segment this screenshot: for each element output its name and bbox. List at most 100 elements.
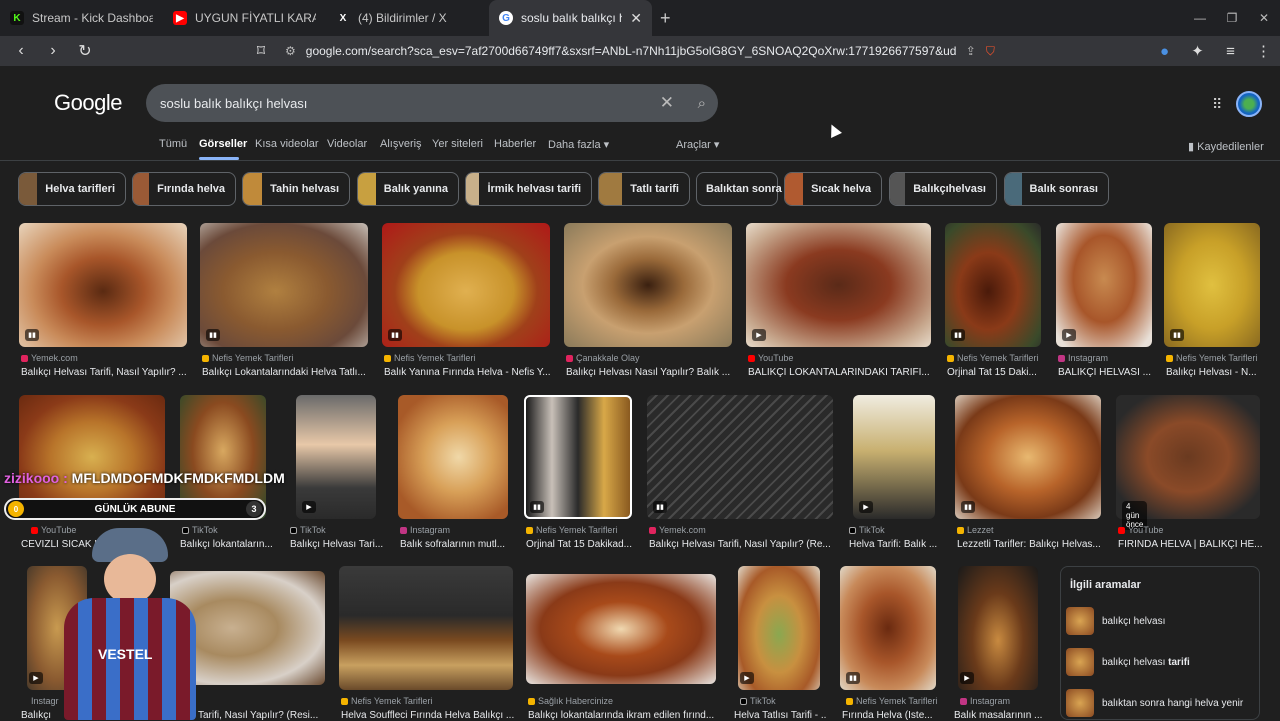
restore-icon[interactable]: ❐ — [1216, 0, 1248, 36]
related-thumb — [1066, 689, 1094, 717]
result-caption[interactable]: Balık sofralarının mutl... — [400, 539, 510, 550]
result-caption[interactable]: Balıkçı Helvası Nasıl Yapılır? Balık ... — [566, 367, 732, 378]
video-icon: ▮▮ — [1170, 329, 1184, 341]
result-caption[interactable]: Balık Yanına Fırında Helva - Nefis Y... — [384, 367, 550, 378]
extension-blue-icon[interactable]: ● — [1148, 43, 1181, 60]
result-caption[interactable]: Lezzetli Tarifler: Balıkçı Helvas... — [957, 539, 1107, 550]
chip[interactable]: Tahin helvası — [242, 172, 350, 206]
brave-shield-icon[interactable]: ⛉ — [986, 44, 995, 59]
chip[interactable]: Sıcak helva — [784, 172, 882, 206]
tab-news[interactable]: Haberler — [494, 138, 536, 150]
address-bar: ‹ › ↻ ⌑ ⚙ google.com/search?sca_esv=7af2… — [0, 36, 1280, 66]
bookmark-icon[interactable]: ⌑ — [245, 36, 277, 66]
url-field[interactable]: ⚙ google.com/search?sca_esv=7af2700d6674… — [285, 36, 1005, 66]
site-info-icon[interactable]: ⚙ — [285, 44, 296, 58]
result-image[interactable] — [382, 223, 550, 347]
tab-more[interactable]: Daha fazla ▾ — [548, 138, 609, 151]
search-icon[interactable]: ⌕ — [698, 95, 706, 112]
new-tab-button[interactable]: + — [660, 8, 671, 29]
back-icon[interactable]: ‹ — [5, 36, 37, 66]
result-image[interactable] — [339, 566, 513, 690]
chip[interactable]: Balıktan sonra — [696, 172, 782, 206]
result-image[interactable] — [19, 223, 187, 347]
video-icon: ▮▮ — [206, 329, 220, 341]
apps-grid-icon[interactable]: ⠿ — [1212, 96, 1222, 113]
result-caption[interactable]: Balıkçı Helvası Tari... — [290, 539, 386, 550]
minimize-icon[interactable]: — — [1184, 0, 1216, 36]
result-image[interactable] — [955, 395, 1101, 519]
tab-shopping[interactable]: Alışveriş — [380, 138, 422, 150]
result-caption[interactable]: Fırında Helva (İste... — [842, 710, 938, 721]
result-caption[interactable]: Balıkçı Helvası Tarifi, Nasıl Yapılır? (… — [649, 539, 835, 550]
playlist-icon[interactable]: ≡ — [1214, 43, 1247, 60]
share-icon[interactable]: ⇪ — [966, 44, 976, 58]
result-caption[interactable]: BALIKÇI HELVASI ... — [1058, 367, 1154, 378]
sub-count-right: 3 — [246, 501, 262, 517]
result-caption[interactable]: Balıkçı Helvası - N... — [1166, 367, 1262, 378]
result-caption[interactable]: Tarifi, Nasıl Yapılır? (Resi... — [198, 710, 338, 721]
result-caption[interactable]: BALIKÇI LOKANTALARINDAKİ TARİFİ... — [748, 367, 933, 378]
result-caption[interactable]: Orjinal Tat 15 Dakikad... — [526, 539, 634, 550]
video-icon: ▮▮ — [951, 329, 965, 341]
video-icon: ▮▮ — [653, 501, 667, 513]
divider — [0, 160, 1280, 161]
close-window-icon[interactable]: ✕ — [1248, 0, 1280, 36]
browser-tab-x[interactable]: X (4) Bildirimler / X — [326, 0, 489, 36]
result-caption[interactable]: Balıkçı lokantalarında ikram edilen fırı… — [528, 710, 718, 721]
kick-icon: K — [10, 11, 24, 25]
result-caption[interactable]: Balıkçı Helvası Tarifi, Nasıl Yapılır? .… — [21, 367, 187, 378]
browser-tab-youtube[interactable]: ▶ UYGUN FİYATLI KARADENİZ ET LOKA — [163, 0, 326, 36]
search-input[interactable]: soslu balık balıkçı helvası ✕ ⌕ — [146, 84, 718, 122]
tab-all[interactable]: Tümü — [159, 138, 187, 150]
result-source: Çanakkale Olay — [566, 353, 640, 363]
result-image[interactable] — [526, 574, 716, 684]
chip[interactable]: Balık yanına — [357, 172, 459, 206]
clear-icon[interactable]: ✕ — [660, 93, 674, 113]
chip[interactable]: Helva tarifleri — [18, 172, 126, 206]
forward-icon[interactable]: › — [37, 36, 69, 66]
result-source: Nefis Yemek Tarifleri — [1166, 353, 1257, 363]
chip[interactable]: Tatlı tarifi — [598, 172, 690, 206]
result-image[interactable] — [746, 223, 931, 347]
close-tab-icon[interactable]: ✕ — [630, 10, 642, 27]
extensions-icon[interactable]: ✦ — [1181, 42, 1214, 60]
result-image[interactable] — [398, 395, 508, 519]
chat-username: zizikooo : — [4, 470, 68, 486]
chip[interactable]: Fırında helva — [132, 172, 236, 206]
stream-chat-message: zizikooo : MFLDMDOFMDKFMDKFMDLDM — [4, 470, 285, 486]
avatar[interactable] — [1236, 91, 1262, 117]
result-image[interactable] — [564, 223, 732, 347]
result-caption[interactable]: Helva Souffleci Fırında Helva Balıkçı ..… — [341, 710, 515, 721]
result-caption[interactable]: Balık masalarının ... — [954, 710, 1044, 721]
tab-short-videos[interactable]: Kısa videolar — [255, 138, 319, 150]
tab-places[interactable]: Yer siteleri — [432, 138, 483, 150]
result-source: Instagram — [1058, 353, 1108, 363]
browser-tab-google[interactable]: G soslu balık balıkçı helvası - Go ✕ — [489, 0, 652, 36]
result-caption[interactable]: Helva Tatlısı Tarifi - ... — [734, 710, 826, 721]
result-image[interactable] — [647, 395, 833, 519]
google-logo[interactable]: Google — [54, 90, 122, 116]
google-icon: G — [499, 11, 513, 25]
saved-link[interactable]: ▮ Kaydedilenler — [1188, 140, 1264, 153]
tools-button[interactable]: Araçlar ▾ — [676, 138, 719, 151]
sub-count-left: 0 — [8, 501, 24, 517]
result-image[interactable] — [200, 223, 368, 347]
result-caption[interactable]: FIRINDA HELVA | BALIKÇI HE... — [1118, 539, 1262, 550]
video-icon: ▶ — [1062, 329, 1076, 341]
result-caption[interactable]: Balıkçı Lokantalarındaki Helva Tatlı... — [202, 367, 368, 378]
result-caption[interactable]: Orjinal Tat 15 Daki... — [947, 367, 1043, 378]
chip[interactable]: İrmik helvası tarifi — [465, 172, 592, 206]
chip[interactable]: Balıkçıhelvası — [889, 172, 997, 206]
related-item[interactable]: balıkçı helvası tarifi — [1066, 646, 1256, 678]
browser-tab-kick[interactable]: K Stream - Kick Dashboard — [0, 0, 163, 36]
related-item[interactable]: balıktan sonra hangi helva yenir — [1066, 687, 1256, 719]
related-item[interactable]: balıkçı helvası — [1066, 605, 1256, 637]
result-source: YouTube — [1118, 525, 1163, 535]
result-caption[interactable]: Helva Tarifi: Balık ... — [849, 539, 939, 550]
menu-icon[interactable]: ⋮ — [1247, 42, 1280, 60]
chip[interactable]: Balık sonrası — [1004, 172, 1109, 206]
tab-images[interactable]: Görseller — [199, 138, 247, 150]
tab-videos[interactable]: Videolar — [327, 138, 367, 150]
reload-icon[interactable]: ↻ — [69, 36, 101, 66]
browser-tab-bar: K Stream - Kick Dashboard ▶ UYGUN FİYATL… — [0, 0, 1280, 36]
